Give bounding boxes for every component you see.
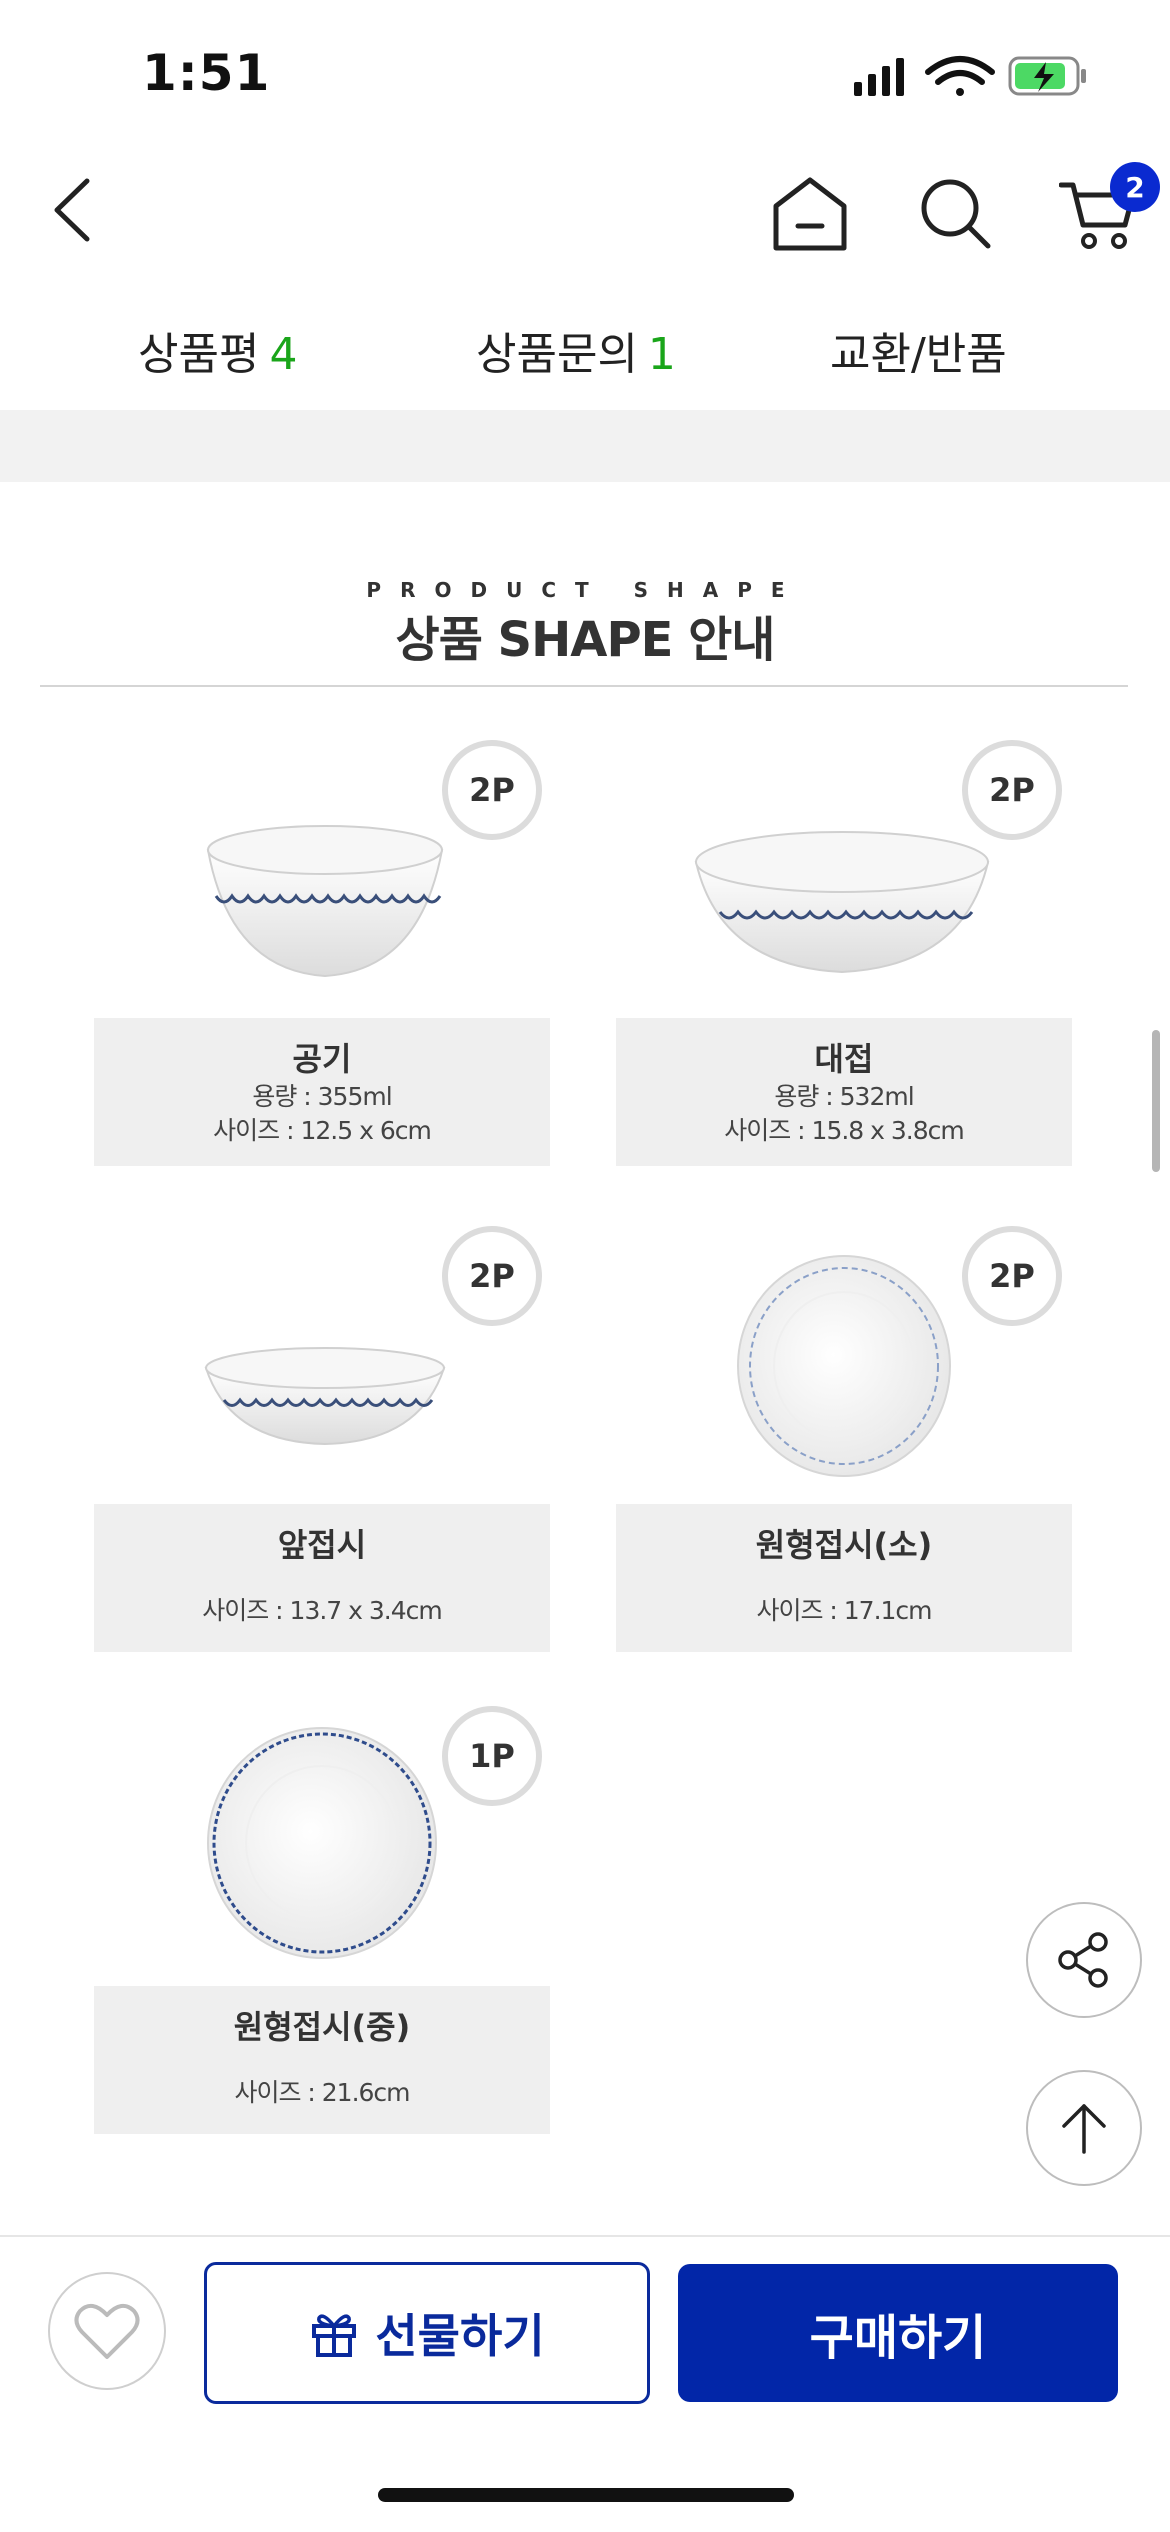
product-image-soup-bowl bbox=[690, 826, 994, 980]
scroll-to-top-button[interactable] bbox=[1026, 2070, 1142, 2186]
product-capacity: 용량 : 532ml bbox=[774, 1082, 914, 1111]
section-eyebrow: PRODUCT SHAPE bbox=[366, 578, 804, 602]
product-name: 공기 bbox=[292, 1040, 352, 1078]
tab-label: 상품평 bbox=[138, 329, 260, 380]
product-name: 원형접시(중) bbox=[233, 2008, 411, 2046]
product-name: 원형접시(소) bbox=[755, 1526, 933, 1564]
buy-button-label: 구매하기 bbox=[809, 2310, 987, 2366]
status-time: 1:51 bbox=[142, 44, 271, 102]
product-capacity: 용량 : 355ml bbox=[252, 1082, 392, 1111]
battery-icon bbox=[1008, 56, 1086, 96]
quantity-badge: 2P bbox=[962, 740, 1062, 840]
home-button[interactable] bbox=[768, 172, 852, 256]
product-name: 앞접시 bbox=[277, 1526, 367, 1564]
arrow-up-icon bbox=[1062, 2104, 1106, 2154]
buy-button[interactable]: 구매하기 bbox=[678, 2264, 1118, 2402]
tab-inquiries[interactable]: 상품문의 1 bbox=[476, 318, 676, 382]
gift-button[interactable]: 선물하기 bbox=[204, 2262, 650, 2404]
wifi-icon bbox=[925, 56, 995, 96]
quantity-badge: 2P bbox=[442, 1226, 542, 1326]
product-image-small-plate bbox=[734, 1254, 954, 1482]
section-title: 상품 SHAPE 안내 bbox=[395, 612, 776, 668]
product-info-card: 공기 용량 : 355ml 사이즈 : 12.5 x 6cm bbox=[94, 1018, 550, 1166]
search-button[interactable] bbox=[916, 172, 996, 256]
share-icon bbox=[1058, 1932, 1108, 1988]
gift-button-label: 선물하기 bbox=[375, 2309, 545, 2363]
back-button[interactable] bbox=[40, 170, 104, 250]
product-size: 사이즈 : 13.7 x 3.4cm bbox=[202, 1596, 443, 1625]
home-icon bbox=[773, 177, 847, 251]
product-size: 사이즈 : 21.6cm bbox=[234, 2078, 410, 2107]
quantity-badge: 2P bbox=[962, 1226, 1062, 1326]
product-size: 사이즈 : 17.1cm bbox=[756, 1596, 932, 1625]
product-image-medium-plate bbox=[204, 1726, 440, 1964]
search-icon bbox=[921, 179, 991, 249]
section-divider bbox=[40, 685, 1128, 687]
tab-count: 4 bbox=[269, 329, 298, 380]
signal-icon bbox=[854, 58, 904, 96]
tab-reviews[interactable]: 상품평 4 bbox=[138, 318, 297, 382]
product-info-card: 대접 용량 : 532ml 사이즈 : 15.8 x 3.8cm bbox=[616, 1018, 1072, 1166]
status-icons bbox=[850, 52, 1090, 102]
gift-icon bbox=[312, 2314, 357, 2357]
product-info-card: 원형접시(중) 사이즈 : 21.6cm bbox=[94, 1986, 550, 2134]
scrollbar[interactable] bbox=[1152, 1030, 1160, 1172]
product-info-card: 원형접시(소) 사이즈 : 17.1cm bbox=[616, 1504, 1072, 1652]
quantity-badge: 2P bbox=[442, 740, 542, 840]
product-info-card: 앞접시 사이즈 : 13.7 x 3.4cm bbox=[94, 1504, 550, 1652]
product-image-side-dish bbox=[200, 1342, 450, 1450]
product-image-rice-bowl bbox=[200, 820, 450, 984]
product-size: 사이즈 : 12.5 x 6cm bbox=[213, 1116, 432, 1145]
section-divider-band bbox=[0, 410, 1170, 482]
tab-exchange-return[interactable]: 교환/반품 bbox=[830, 318, 1007, 382]
wishlist-button[interactable] bbox=[48, 2272, 166, 2390]
quantity-badge: 1P bbox=[442, 1706, 542, 1806]
bottom-bar-divider bbox=[0, 2235, 1170, 2237]
chevron-left-icon bbox=[54, 178, 90, 242]
tab-count: 1 bbox=[647, 329, 676, 380]
tab-label: 교환/반품 bbox=[830, 329, 1007, 380]
product-name: 대접 bbox=[814, 1040, 874, 1078]
tab-label: 상품문의 bbox=[476, 329, 638, 380]
home-indicator bbox=[378, 2488, 794, 2502]
share-button[interactable] bbox=[1026, 1902, 1142, 2018]
cart-count-badge: 2 bbox=[1110, 162, 1160, 212]
heart-icon bbox=[74, 2303, 140, 2359]
product-size: 사이즈 : 15.8 x 3.8cm bbox=[724, 1116, 965, 1145]
